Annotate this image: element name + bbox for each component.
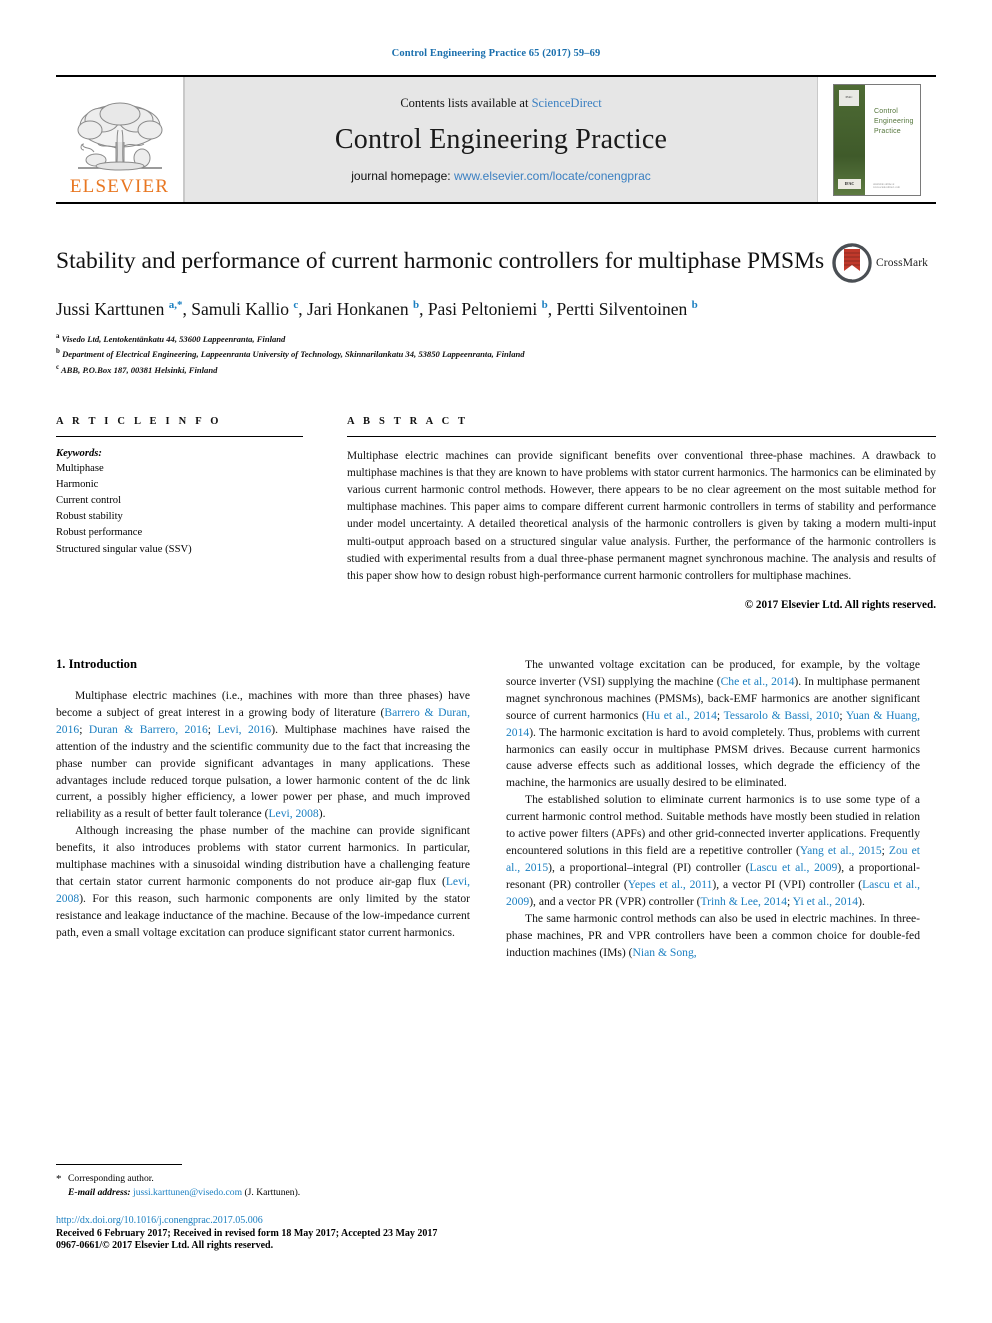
divider (347, 436, 936, 438)
crossmark-badge[interactable]: CrossMark (832, 243, 936, 283)
section-title: 1. Introduction (56, 656, 137, 671)
body-columns: 1. Introduction Multiphase electric mach… (56, 657, 936, 962)
keyword-item: Structured singular value (SSV) (56, 543, 192, 555)
cover-image: IFAC IFAC Control Engineering Practice Ava… (833, 83, 921, 196)
elsevier-tree-icon (77, 102, 162, 171)
author-entry: Jari Honkanen b (307, 299, 420, 320)
issn-copyright: 0967-0661/© 2017 Elsevier Ltd. All right… (56, 1240, 274, 1251)
affiliation-text: ABB, P.O.Box 187, 00381 Helsinki, Finlan… (60, 365, 218, 376)
contents-line: Contents lists available at ScienceDirec… (400, 96, 601, 111)
cover-green-band: IFAC IFAC (834, 84, 865, 195)
affiliation-item: b Department of Electrical Engineering, … (56, 347, 525, 360)
homepage-label: journal homepage: (351, 169, 454, 183)
banner-center: Contents lists available at ScienceDirec… (184, 77, 818, 202)
doi-block: http://dx.doi.org/10.1016/j.conengprac.2… (56, 1215, 470, 1251)
author-entry: Samuli Kallio c (191, 299, 299, 320)
article-info-column: A R T I C L E I N F O Keywords: Multipha… (56, 416, 303, 611)
paper-title: Stability and performance of current har… (56, 248, 825, 274)
citation-link[interactable]: Che et al., 2014 (721, 675, 795, 688)
elsevier-logo: ELSEVIER (56, 77, 184, 202)
cover-badge-top-icon: IFAC (839, 89, 859, 106)
article-info-heading: A R T I C L E I N F O (56, 416, 222, 428)
citation-link[interactable]: Nian & Song, (633, 946, 697, 959)
elsevier-wordmark: ELSEVIER (69, 176, 170, 197)
homepage-url-link[interactable]: www.elsevier.com/locate/conengprac (454, 169, 651, 183)
email-label: E-mail address: (68, 1187, 131, 1198)
paragraph: The same harmonic control methods can al… (506, 911, 920, 959)
body-column-left: 1. Introduction Multiphase electric mach… (56, 657, 470, 962)
citation-link[interactable]: Hu et al., 2014 (646, 709, 717, 722)
corresponding-author-note: * Corresponding author. (56, 1172, 470, 1186)
author-entry: Jussi Karttunen a,* (56, 299, 183, 320)
paragraph: Multiphase electric machines (i.e., mach… (56, 688, 471, 821)
keywords-title: Keywords: (56, 448, 102, 460)
citation-link[interactable]: Yang et al., 2015 (800, 844, 882, 857)
sciencedirect-link[interactable]: ScienceDirect (532, 96, 602, 110)
journal-homepage-line: journal homepage: www.elsevier.com/locat… (351, 169, 651, 183)
keywords-list: Multiphase Harmonic Current control Robu… (56, 461, 303, 558)
journal-banner: ELSEVIER Contents lists available at Sci… (56, 75, 936, 204)
copyright-line: © 2017 Elsevier Ltd. All rights reserved… (744, 598, 936, 611)
paragraph: The unwanted voltage excitation can be p… (506, 657, 921, 790)
journal-title: Control Engineering Practice (334, 124, 668, 155)
running-head: Control Engineering Practice 65 (2017) 5… (391, 48, 601, 59)
author-entry: Pertti Silventoinen b (556, 299, 698, 320)
cover-footer-text: Available online at www.sciencedirect.co… (873, 182, 900, 189)
crossmark-label: CrossMark (876, 257, 929, 269)
cover-badge-bottom-icon: IFAC (838, 178, 861, 189)
email-note: E-mail address: jussi.karttunen@visedo.c… (56, 1187, 470, 1198)
author-entry: Pasi Peltoniemi b (427, 299, 548, 320)
keyword-item: Robust performance (56, 527, 143, 539)
abstract-heading: A B S T R A C T (347, 416, 469, 428)
citation-link[interactable]: Levi, 2016 (217, 723, 271, 736)
citation-link[interactable]: Levi, 2008 (56, 875, 470, 905)
article-history: Received 6 February 2017; Received in re… (56, 1228, 438, 1239)
affiliation-item: a Visedo Ltd, Lentokentänkatu 44, 53600 … (56, 331, 286, 344)
email-link[interactable]: jussi.karttunen@visedo.com (133, 1187, 242, 1198)
doi-link[interactable]: http://dx.doi.org/10.1016/j.conengprac.2… (56, 1215, 470, 1226)
affiliation-list: a Visedo Ltd, Lentokentänkatu 44, 53600 … (56, 331, 826, 378)
citation-link[interactable]: Trinh & Lee, 2014 (700, 895, 787, 908)
cover-title-text: Control Engineering Practice (874, 107, 914, 135)
info-abstract-section: A R T I C L E I N F O Keywords: Multipha… (56, 416, 936, 611)
cover-right-panel: Control Engineering Practice Available onl… (865, 85, 920, 195)
author-list: Jussi Karttunen a,*, Samuli Kallio c, Ja… (56, 299, 698, 320)
email-suffix: (J. Karttunen). (244, 1187, 301, 1198)
article-page: Control Engineering Practice 65 (2017) 5… (0, 0, 992, 1323)
keyword-item: Robust stability (56, 511, 123, 523)
contents-prefix: Contents lists available at (400, 96, 532, 110)
citation-link[interactable]: Duran & Barrero, 2016 (89, 723, 208, 736)
keyword-item: Harmonic (56, 479, 99, 491)
citation-link[interactable]: Levi, 2008 (268, 807, 318, 820)
asterisk-icon: * (56, 1172, 62, 1185)
title-block: Stability and performance of current har… (56, 243, 936, 378)
affiliation-item: c ABB, P.O.Box 187, 00381 Helsinki, Finl… (56, 363, 218, 376)
abstract-column: A B S T R A C T Multiphase electric mach… (347, 416, 936, 611)
divider (56, 436, 303, 438)
keyword-item: Multiphase (56, 463, 104, 475)
paragraph: The established solution to eliminate cu… (506, 793, 921, 908)
citation-link[interactable]: Yi et al., 2014 (793, 895, 858, 908)
abstract-text: Multiphase electric machines can provide… (347, 450, 936, 582)
journal-cover-thumbnail: IFAC IFAC Control Engineering Practice Ava… (818, 77, 936, 202)
affiliation-text: Department of Electrical Engineering, La… (62, 349, 525, 360)
crossmark-icon (832, 243, 872, 283)
page-footer: * Corresponding author. E-mail address: … (56, 1163, 470, 1251)
citation-link[interactable]: Lascu et al., 2009 (750, 861, 838, 874)
corresponding-author-text: Corresponding author. (68, 1172, 154, 1184)
body-column-right: The unwanted voltage excitation can be p… (506, 657, 920, 962)
citation-link[interactable]: Yepes et al., 2011 (628, 878, 713, 891)
paragraph: Although increasing the phase number of … (56, 824, 470, 939)
keyword-item: Current control (56, 495, 122, 507)
footnote-divider (56, 1163, 182, 1165)
affiliation-text: Visedo Ltd, Lentokentänkatu 44, 53600 La… (61, 333, 286, 344)
citation-link[interactable]: Tessarolo & Bassi, 2010 (724, 709, 840, 722)
